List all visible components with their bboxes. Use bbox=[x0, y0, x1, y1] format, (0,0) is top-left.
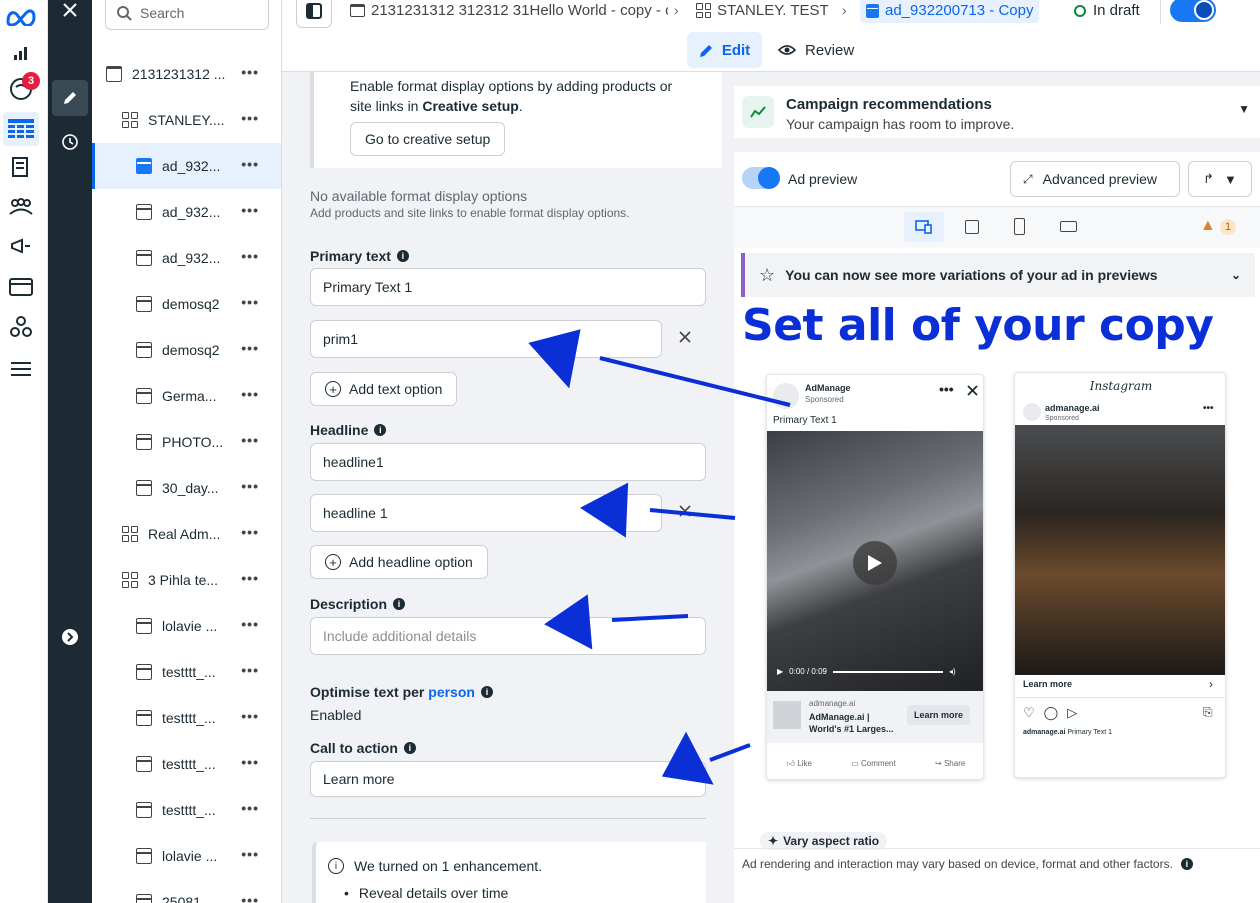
arrow-head bbox=[544, 594, 593, 650]
arrow-primary-text bbox=[599, 356, 791, 407]
arrow-head bbox=[580, 482, 629, 538]
arrow-cta bbox=[709, 743, 751, 762]
arrow-head bbox=[661, 731, 714, 785]
annotation-arrows bbox=[528, 329, 791, 785]
arrow-head bbox=[528, 329, 581, 389]
arrow-description bbox=[611, 614, 689, 622]
arrow-headline bbox=[649, 508, 736, 520]
